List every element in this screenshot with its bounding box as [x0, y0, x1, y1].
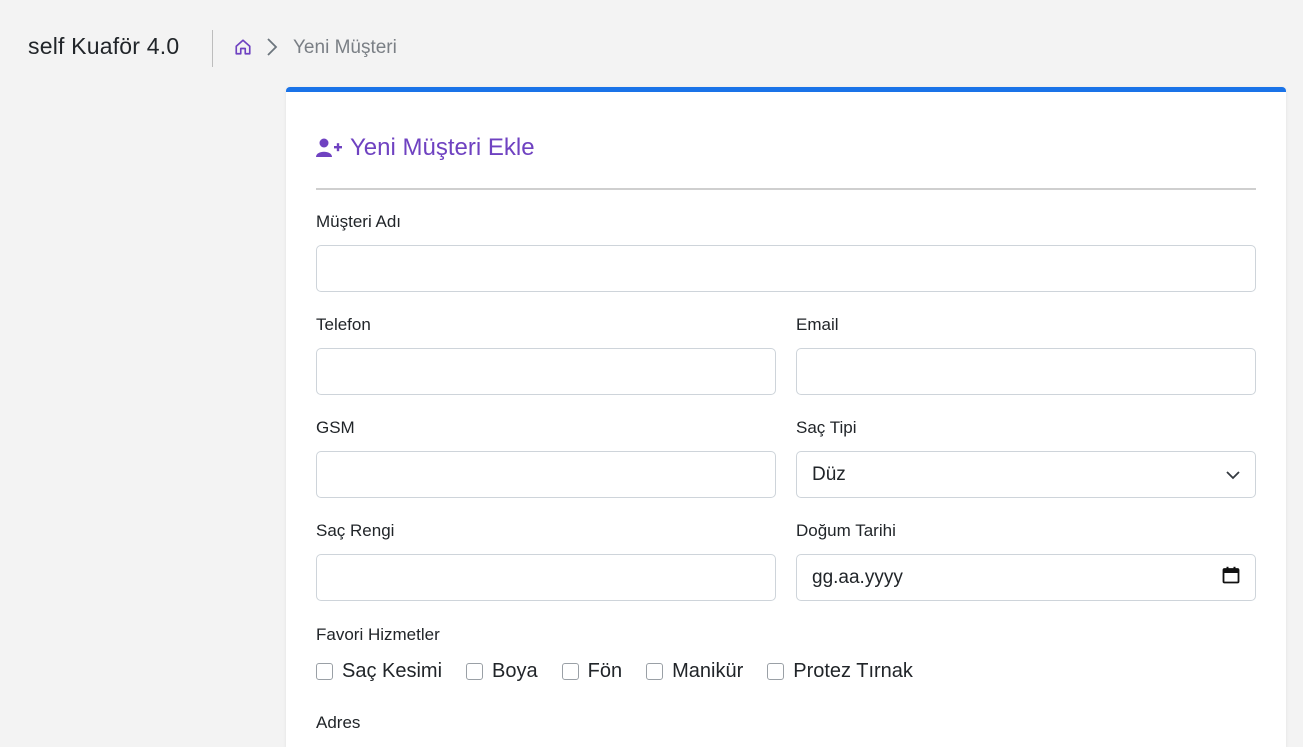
birth-date-label: Doğum Tarihi [796, 521, 896, 540]
service-checkbox-protez-tirnak[interactable]: Protez Tırnak [767, 660, 913, 683]
email-label: Email [796, 315, 839, 334]
name-label: Müşteri Adı [316, 212, 402, 231]
phone-field-group: Telefon [316, 315, 776, 395]
service-checkbox-fon[interactable]: Fön [561, 660, 623, 683]
hair-type-selected-value: Düz [812, 463, 846, 485]
birth-date-input[interactable]: gg.aa.yyyy [796, 554, 1256, 601]
title-divider [316, 188, 1256, 190]
phone-input[interactable] [316, 348, 776, 395]
new-customer-card: Yeni Müşteri Ekle Müşteri Adı Telefon Em… [286, 87, 1286, 747]
hair-color-field-group: Saç Rengi [316, 521, 776, 601]
service-checkbox-manikur[interactable]: Manikür [646, 660, 743, 683]
service-label: Protez Tırnak [793, 660, 913, 682]
header-divider [212, 30, 213, 67]
birth-date-placeholder: gg.aa.yyyy [812, 566, 903, 588]
hair-color-label: Saç Rengi [316, 521, 395, 540]
hair-type-label: Saç Tipi [796, 418, 857, 437]
favorite-services-checkboxes: Saç Kesimi Boya Fön Manikür Protez Tırna… [316, 660, 937, 683]
favorite-services-group: Favori Hizmetler [316, 625, 1256, 658]
name-field-group: Müşteri Adı [316, 212, 1256, 292]
address-field-group: Adres [316, 713, 1256, 746]
email-input[interactable] [796, 348, 1256, 395]
home-icon[interactable] [233, 37, 253, 57]
favorite-services-label: Favori Hizmetler [316, 625, 440, 644]
address-label: Adres [316, 713, 361, 732]
app-brand[interactable]: self Kuaför 4.0 [28, 33, 179, 60]
hair-type-field-group: Saç Tipi Düz [796, 418, 1256, 498]
hair-color-input[interactable] [316, 554, 776, 601]
service-label: Boya [492, 660, 538, 682]
gsm-label: GSM [316, 418, 355, 437]
email-field-group: Email [796, 315, 1256, 395]
customer-name-input[interactable] [316, 245, 1256, 292]
gsm-field-group: GSM [316, 418, 776, 498]
phone-label: Telefon [316, 315, 371, 334]
checkbox[interactable] [646, 663, 664, 680]
user-plus-icon [316, 137, 342, 159]
birth-date-field-group: Doğum Tarihi gg.aa.yyyy [796, 521, 1256, 601]
hair-type-select[interactable]: Düz [796, 451, 1256, 498]
checkbox[interactable] [561, 663, 579, 680]
checkbox[interactable] [767, 663, 785, 680]
service-checkbox-boya[interactable]: Boya [466, 660, 538, 683]
service-label: Manikür [672, 660, 744, 682]
checkbox[interactable] [466, 663, 484, 680]
card-title: Yeni Müşteri Ekle [316, 134, 535, 162]
top-bar: self Kuaför 4.0 Yeni Müşteri [0, 0, 1303, 95]
gsm-input[interactable] [316, 451, 776, 498]
card-title-text: Yeni Müşteri Ekle [350, 134, 535, 161]
calendar-icon[interactable] [1222, 566, 1240, 590]
service-checkbox-sac-kesimi[interactable]: Saç Kesimi [316, 660, 442, 683]
checkbox[interactable] [316, 663, 333, 680]
service-label: Saç Kesimi [342, 660, 443, 682]
breadcrumb-current: Yeni Müşteri [293, 37, 397, 58]
chevron-down-icon [1226, 464, 1240, 486]
chevron-right-icon [265, 37, 279, 57]
service-label: Fön [587, 660, 623, 682]
